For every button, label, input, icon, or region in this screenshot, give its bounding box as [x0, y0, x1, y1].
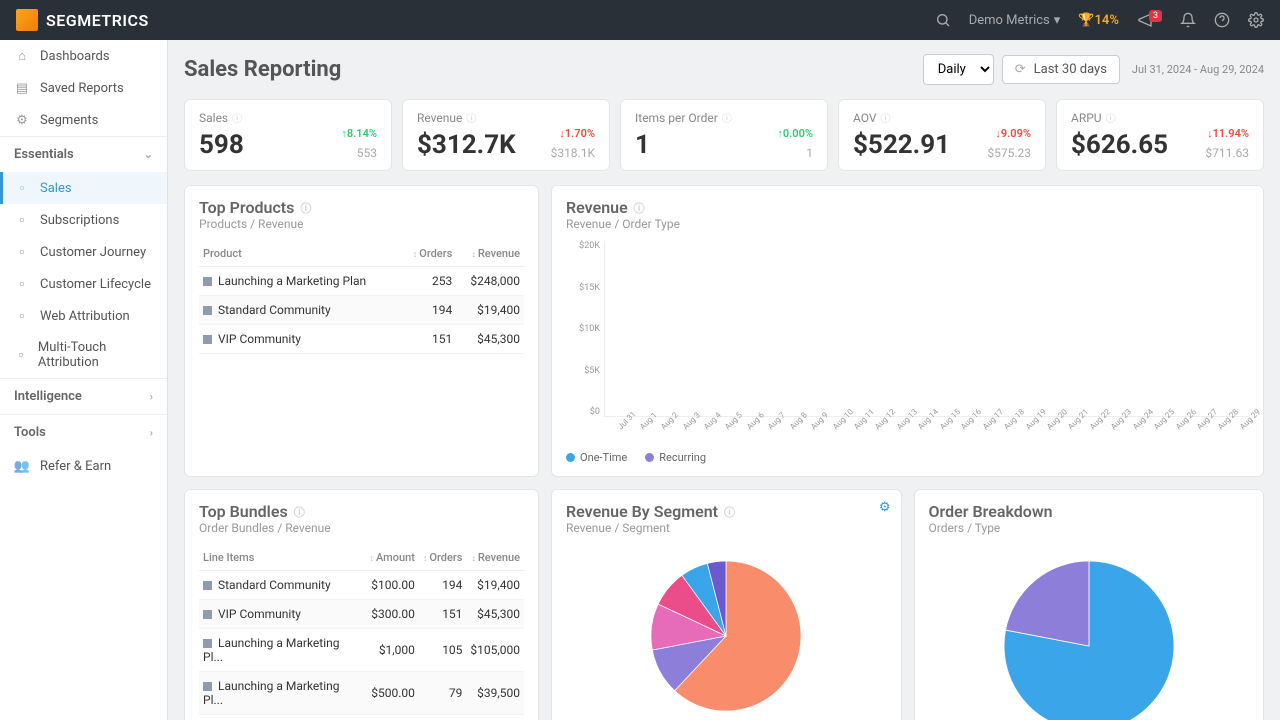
sidebar-item-saved-reports[interactable]: ▤Saved Reports [0, 72, 167, 104]
account-switcher[interactable]: Demo Metrics ▾ [969, 13, 1061, 28]
announce-icon[interactable]: 3 [1137, 12, 1162, 28]
sidebar-item-subscriptions[interactable]: ▫Subscriptions [0, 204, 167, 236]
order-breakdown-card: Order Breakdown Orders / Type [914, 489, 1265, 720]
info-icon[interactable]: ⓘ [294, 504, 305, 520]
date-range-text: Jul 31, 2024 - Aug 29, 2024 [1132, 63, 1264, 76]
topbar: SEGMETRICS Demo Metrics ▾ 🏆14% 3 [0, 0, 1280, 40]
top-bundles-table: Line Items ↕Amount ↕Orders ↕Revenue Stan… [199, 545, 524, 720]
sidebar-section-intelligence[interactable]: Intelligence› [0, 378, 167, 414]
table-row[interactable]: Launching a Marketing Plan253$248,000 [199, 267, 524, 296]
revenue-segment-pie [651, 561, 801, 711]
kpi-arpu[interactable]: ARPUⓘ $626.65 ↓11.94%$711.63 [1056, 99, 1264, 171]
info-icon[interactable]: ⓘ [300, 200, 311, 216]
award-badge[interactable]: 🏆14% [1078, 13, 1119, 28]
help-icon[interactable] [1214, 12, 1230, 28]
date-range-button[interactable]: ⟳ Last 30 days [1002, 55, 1120, 84]
sidebar-section-essentials[interactable]: Essentials⌄ [0, 136, 167, 172]
top-bundles-card: Top Bundlesⓘ Order Bundles / Revenue Lin… [184, 489, 539, 720]
table-row[interactable]: Launching a Marketing Pl...$1,50069$103,… [199, 715, 524, 720]
brand-name: SEGMETRICS [46, 11, 149, 30]
frequency-select[interactable]: Daily [923, 54, 994, 85]
table-row[interactable]: Launching a Marketing Pl...$1,000105$105… [199, 629, 524, 672]
page-title: Sales Reporting [184, 57, 923, 82]
legend-recurring[interactable]: Recurring [645, 451, 706, 464]
order-breakdown-pie [1004, 561, 1174, 720]
logo-icon [16, 9, 38, 31]
top-products-table: Product ↕Orders ↕Revenue Launching a Mar… [199, 241, 524, 354]
kpi-revenue[interactable]: Revenueⓘ $312.7K ↓1.70%$318.1K [402, 99, 610, 171]
sidebar-item-dashboards[interactable]: ⌂Dashboards [0, 40, 167, 72]
bell-icon[interactable] [1180, 12, 1196, 28]
sidebar-item-customer-journey[interactable]: ▫Customer Journey [0, 236, 167, 268]
kpi-aov[interactable]: AOVⓘ $522.91 ↓9.09%$575.23 [838, 99, 1046, 171]
revenue-segment-card: ⚙ Revenue By Segmentⓘ Revenue / Segment … [551, 489, 902, 720]
sidebar-item-customer-lifecycle[interactable]: ▫Customer Lifecycle [0, 268, 167, 300]
kpi-items-per-order[interactable]: Items per Orderⓘ 1 ↑0.00%1 [620, 99, 828, 171]
info-icon[interactable]: ⓘ [724, 504, 735, 520]
sidebar-refer-earn[interactable]: 👥 Refer & Earn [0, 450, 167, 482]
sidebar-item-web-attribution[interactable]: ▫Web Attribution [0, 300, 167, 332]
top-products-card: Top Productsⓘ Products / Revenue Product… [184, 185, 539, 477]
legend-one-time[interactable]: One-Time [566, 451, 627, 464]
sidebar-item-sales[interactable]: ▫Sales [0, 172, 167, 204]
sidebar-item-segments[interactable]: ⚙Segments [0, 104, 167, 136]
main-content: Sales Reporting Daily ⟳ Last 30 days Jul… [168, 40, 1280, 720]
sidebar: ⌂Dashboards▤Saved Reports⚙Segments Essen… [0, 40, 168, 720]
table-row[interactable]: Standard Community$100.00194$19,400 [199, 571, 524, 600]
sidebar-item-multi-touch-attribution[interactable]: ▫Multi-Touch Attribution [0, 332, 167, 378]
users-icon: 👥 [14, 458, 30, 474]
revenue-bar-chart: $20K$15K$10K$5K$0 Jul 31Aug 1Aug 2Aug 3A… [566, 241, 1249, 441]
brand-logo[interactable]: SEGMETRICS [16, 9, 149, 31]
search-icon[interactable] [935, 12, 951, 28]
revenue-chart-card: Revenueⓘ Revenue / Order Type $20K$15K$1… [551, 185, 1264, 477]
table-row[interactable]: VIP Community151$45,300 [199, 325, 524, 354]
table-row[interactable]: Launching a Marketing Pl...$500.0079$39,… [199, 672, 524, 715]
kpi-sales[interactable]: Salesⓘ 598 ↑8.14%553 [184, 99, 392, 171]
table-row[interactable]: Standard Community194$19,400 [199, 296, 524, 325]
sidebar-section-tools[interactable]: Tools› [0, 414, 167, 450]
info-icon[interactable]: ⓘ [634, 200, 645, 216]
gear-icon[interactable]: ⚙ [879, 500, 891, 515]
gear-icon[interactable] [1248, 12, 1264, 28]
table-row[interactable]: VIP Community$300.00151$45,300 [199, 600, 524, 629]
